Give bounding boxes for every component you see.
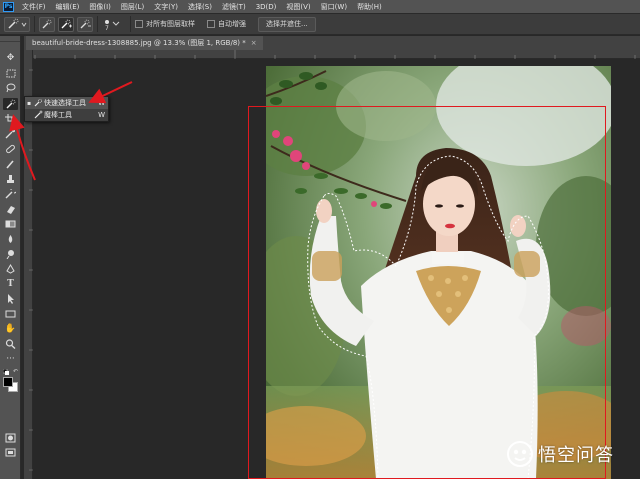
flyout-item-shortcut: W	[98, 111, 105, 119]
history-brush-tool-icon[interactable]	[3, 188, 18, 200]
add-to-selection-icon[interactable]	[58, 16, 74, 32]
horizontal-ruler	[33, 50, 640, 59]
blur-tool-icon[interactable]	[3, 233, 18, 245]
separator	[34, 16, 35, 32]
document-tab-bar: beautiful-bride-dress-1308885.jpg @ 13.3…	[24, 36, 640, 50]
sample-all-layers-checkbox[interactable]	[135, 20, 143, 28]
menu-select[interactable]: 选择(S)	[188, 2, 212, 12]
more-tools-icon[interactable]: ···	[3, 353, 18, 365]
watermark-text: 悟空问答	[538, 445, 614, 466]
healing-brush-tool-icon[interactable]	[3, 143, 18, 155]
flyout-item-magic-wand[interactable]: 魔棒工具 W	[25, 109, 108, 121]
lasso-tool-icon[interactable]	[3, 82, 18, 94]
menu-layer[interactable]: 图层(L)	[121, 2, 144, 12]
flyout-item-label: 魔棒工具	[44, 111, 72, 119]
brush-tool-icon[interactable]	[3, 158, 18, 170]
menu-image[interactable]: 图像(I)	[89, 2, 111, 12]
close-tab-icon[interactable]: ×	[251, 36, 257, 50]
subtract-from-selection-icon[interactable]	[77, 16, 93, 32]
crop-tool-icon[interactable]	[3, 113, 18, 125]
menu-filter[interactable]: 滤镜(T)	[222, 2, 246, 12]
swap-colors-icon[interactable]: ↶	[13, 368, 18, 375]
tool-flyout-menu: ▪ 快速选择工具 W 魔棒工具 W	[24, 96, 109, 122]
default-colors-icon[interactable]	[2, 368, 9, 375]
sample-all-layers-label: 对所有图层取样	[146, 20, 195, 28]
menu-bar: Ps 文件(F) 编辑(E) 图像(I) 图层(L) 文字(Y) 选择(S) 滤…	[0, 0, 640, 13]
wukong-logo-icon	[507, 441, 533, 467]
screen-mode-icon[interactable]	[3, 447, 18, 459]
menu-3d[interactable]: 3D(D)	[256, 3, 277, 11]
type-tool-icon[interactable]: T	[3, 278, 18, 290]
path-selection-tool-icon[interactable]	[3, 293, 18, 305]
menu-help[interactable]: 帮助(H)	[357, 2, 382, 12]
brush-size-picker[interactable]: 7	[102, 16, 126, 32]
options-bar: 7 对所有图层取样 自动增强 选择并遮住...	[0, 13, 640, 35]
selected-bullet-icon: ▪	[27, 99, 32, 107]
gradient-tool-icon[interactable]	[3, 218, 18, 230]
zoom-tool-icon[interactable]	[3, 338, 18, 350]
menu-type[interactable]: 文字(Y)	[154, 2, 178, 12]
foreground-color-swatch[interactable]	[3, 377, 13, 387]
pen-tool-icon[interactable]	[3, 263, 18, 275]
dodge-tool-icon[interactable]	[3, 248, 18, 260]
eyedropper-tool-icon[interactable]	[3, 128, 18, 140]
watermark: 悟空问答	[506, 440, 614, 468]
chevron-down-icon	[21, 22, 27, 27]
menu-file[interactable]: 文件(F)	[22, 2, 46, 12]
flyout-item-shortcut: W	[98, 99, 105, 107]
tool-preset-picker[interactable]	[4, 16, 30, 32]
flyout-item-quick-selection[interactable]: ▪ 快速选择工具 W	[25, 97, 108, 109]
quick-selection-icon	[8, 18, 27, 29]
marquee-tool-icon[interactable]	[3, 67, 18, 79]
rectangle-tool-icon[interactable]	[3, 308, 18, 320]
select-and-mask-button[interactable]: 选择并遮住...	[258, 16, 316, 32]
auto-enhance-checkbox[interactable]	[207, 20, 215, 28]
brush-size-value: 7	[105, 25, 109, 32]
menu-edit[interactable]: 编辑(E)	[56, 2, 80, 12]
chevron-down-icon	[112, 21, 120, 26]
quick-selection-icon	[34, 98, 44, 109]
clone-stamp-tool-icon[interactable]	[3, 173, 18, 185]
auto-enhance-label: 自动增强	[218, 20, 246, 28]
panel-grip[interactable]	[0, 36, 20, 42]
tools-panel: ✥ T ✋ ··· ↶	[0, 36, 21, 479]
quick-selection-tool-icon[interactable]	[3, 98, 18, 110]
separator	[130, 16, 131, 32]
document-tab-title: beautiful-bride-dress-1308885.jpg @ 13.3…	[32, 39, 246, 47]
magic-wand-icon	[34, 110, 44, 121]
new-selection-icon[interactable]	[39, 16, 55, 32]
photoshop-logo: Ps	[3, 1, 14, 12]
hand-tool-icon[interactable]: ✋	[3, 323, 18, 335]
annotation-red-rectangle	[248, 106, 606, 479]
menu-view[interactable]: 视图(V)	[286, 2, 310, 12]
select-and-mask-label: 选择并遮住...	[266, 20, 308, 28]
quick-mask-icon[interactable]	[3, 432, 18, 444]
flyout-item-label: 快速选择工具	[44, 99, 86, 107]
menu-window[interactable]: 窗口(W)	[321, 2, 347, 12]
separator	[97, 16, 98, 32]
move-tool-icon[interactable]: ✥	[3, 52, 18, 64]
document-tab[interactable]: beautiful-bride-dress-1308885.jpg @ 13.3…	[26, 36, 263, 50]
eraser-tool-icon[interactable]	[3, 203, 18, 215]
